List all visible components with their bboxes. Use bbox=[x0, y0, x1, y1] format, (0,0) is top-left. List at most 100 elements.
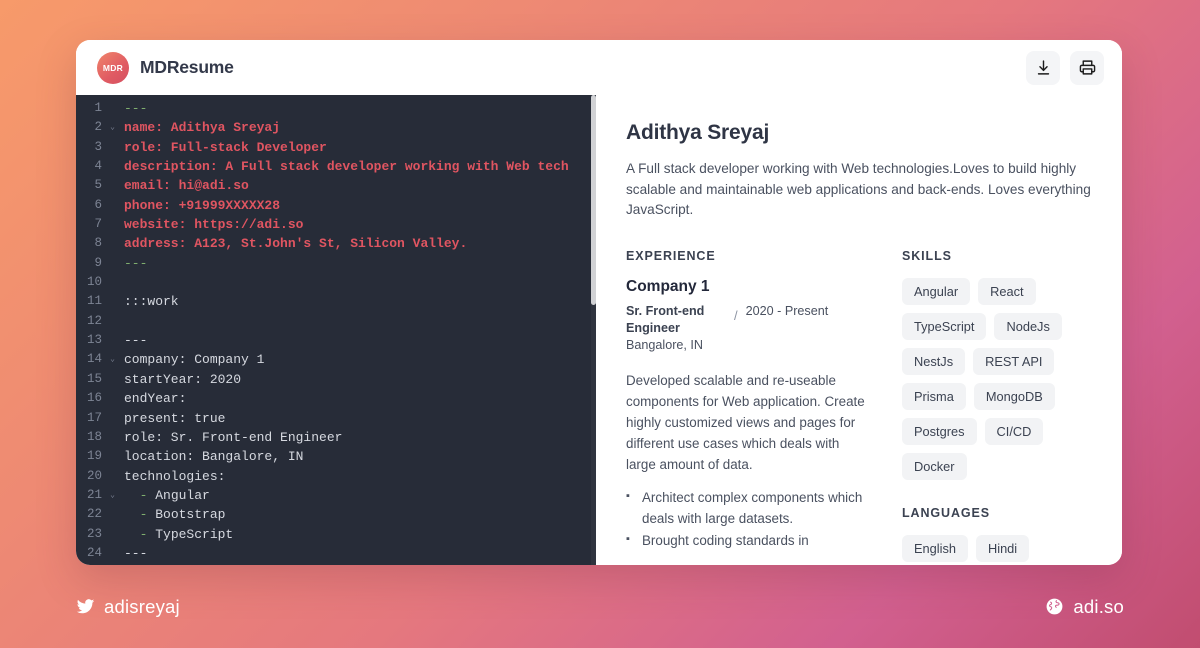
print-icon bbox=[1079, 59, 1096, 76]
code-line: 4description: A Full stack developer wor… bbox=[76, 157, 596, 176]
code-text: present: true bbox=[119, 409, 225, 428]
experience-entry: Company 1 Sr. Front-end Engineer Bangalo… bbox=[626, 278, 872, 551]
line-number: 8 bbox=[76, 234, 106, 253]
languages-heading: LANGUAGES bbox=[902, 506, 1092, 520]
resume-bio: A Full stack developer working with Web … bbox=[626, 159, 1092, 221]
code-line: 23 - TypeScript bbox=[76, 525, 596, 544]
fold-spacer bbox=[106, 428, 119, 447]
fold-spacer bbox=[106, 447, 119, 466]
code-line: 21⌄ - Angular bbox=[76, 486, 596, 505]
skills-column: SKILLS AngularReactTypeScriptNodeJsNestJ… bbox=[902, 249, 1092, 566]
code-text: role: Sr. Front-end Engineer bbox=[119, 428, 342, 447]
experience-bullet: Brought coding standards in bbox=[626, 530, 872, 551]
line-number: 12 bbox=[76, 312, 106, 331]
code-text: email: hi@adi.so bbox=[119, 176, 249, 195]
code-text: role: Full-stack Developer bbox=[119, 138, 327, 157]
code-text: technologies: bbox=[119, 467, 225, 486]
line-number: 21 bbox=[76, 486, 106, 505]
line-number: 7 bbox=[76, 215, 106, 234]
code-text: --- bbox=[119, 254, 147, 273]
twitter-icon bbox=[76, 597, 95, 616]
line-number: 9 bbox=[76, 254, 106, 273]
chevron-down-icon[interactable]: ⌄ bbox=[106, 118, 119, 137]
fold-spacer bbox=[106, 157, 119, 176]
resume-name: Adithya Sreyaj bbox=[626, 121, 1092, 145]
website-link[interactable]: adi.so bbox=[1045, 596, 1124, 618]
code-line: 5 email: hi@adi.so bbox=[76, 176, 596, 195]
print-button[interactable] bbox=[1070, 51, 1104, 85]
code-line: 1--- bbox=[76, 99, 596, 118]
fold-spacer bbox=[106, 138, 119, 157]
fold-spacer bbox=[106, 389, 119, 408]
experience-heading: EXPERIENCE bbox=[626, 249, 872, 263]
twitter-handle: adisreyaj bbox=[104, 596, 180, 618]
chevron-down-icon[interactable]: ⌄ bbox=[106, 486, 119, 505]
resume-columns: EXPERIENCE Company 1 Sr. Front-end Engin… bbox=[626, 249, 1092, 566]
code-text: phone: +91999XXXXX28 bbox=[119, 196, 280, 215]
line-number: 14 bbox=[76, 350, 106, 369]
fold-spacer bbox=[106, 273, 119, 292]
code-text: :::work bbox=[119, 292, 179, 311]
line-number: 22 bbox=[76, 505, 106, 524]
experience-bullet: Architect complex components which deals… bbox=[626, 487, 872, 529]
app-logo-icon: MDR bbox=[97, 52, 129, 84]
app-body: 1---2⌄name: Adithya Sreyaj3role: Full-st… bbox=[76, 95, 1122, 565]
code-line: 16endYear: bbox=[76, 389, 596, 408]
code-text: - TypeScript bbox=[119, 525, 233, 544]
twitter-link[interactable]: adisreyaj bbox=[76, 596, 180, 618]
code-text: - Angular bbox=[119, 486, 210, 505]
download-icon bbox=[1035, 59, 1052, 76]
globe-icon bbox=[1045, 597, 1064, 616]
fold-spacer bbox=[106, 254, 119, 273]
code-text: - Bootstrap bbox=[119, 505, 225, 524]
editor-scrollbar[interactable] bbox=[591, 95, 596, 565]
code-line: 3role: Full-stack Developer bbox=[76, 138, 596, 157]
line-number: 11 bbox=[76, 292, 106, 311]
experience-company: Company 1 bbox=[626, 278, 872, 296]
chevron-down-icon[interactable]: ⌄ bbox=[106, 350, 119, 369]
code-line: 6 phone: +91999XXXXX28 bbox=[76, 196, 596, 215]
code-text: --- bbox=[119, 544, 147, 563]
fold-spacer bbox=[106, 505, 119, 524]
code-line: 14⌄company: Company 1 bbox=[76, 350, 596, 369]
languages-tag-list: EnglishHindiMalayalam bbox=[902, 535, 1092, 566]
experience-separator: / bbox=[734, 303, 746, 324]
fold-spacer bbox=[106, 409, 119, 428]
skills-heading: SKILLS bbox=[902, 249, 1092, 263]
line-number: 19 bbox=[76, 447, 106, 466]
code-text: endYear: bbox=[119, 389, 186, 408]
code-line: 10 bbox=[76, 273, 596, 292]
line-number: 6 bbox=[76, 196, 106, 215]
code-line: 7website: https://adi.so bbox=[76, 215, 596, 234]
code-text: address: A123, St.John's St, Silicon Val… bbox=[119, 234, 467, 253]
markdown-editor[interactable]: 1---2⌄name: Adithya Sreyaj3role: Full-st… bbox=[76, 95, 596, 565]
code-line: 17 present: true bbox=[76, 409, 596, 428]
skill-tag: CI/CD bbox=[985, 418, 1044, 445]
fold-spacer bbox=[106, 292, 119, 311]
line-number: 17 bbox=[76, 409, 106, 428]
line-number: 4 bbox=[76, 157, 106, 176]
skill-tag: Prisma bbox=[902, 383, 966, 410]
code-text bbox=[119, 312, 124, 331]
download-button[interactable] bbox=[1026, 51, 1060, 85]
skill-tag: NodeJs bbox=[994, 313, 1061, 340]
editor-scrollbar-thumb[interactable] bbox=[591, 95, 596, 305]
topbar-actions bbox=[1026, 51, 1104, 85]
code-line: 8 address: A123, St.John's St, Silicon Va… bbox=[76, 234, 596, 253]
code-line: 11:::work bbox=[76, 292, 596, 311]
experience-role-block: Sr. Front-end Engineer Bangalore, IN bbox=[626, 303, 734, 354]
code-line: 19location: Bangalore, IN bbox=[76, 447, 596, 466]
language-tag: English bbox=[902, 535, 968, 562]
fold-spacer bbox=[106, 467, 119, 486]
experience-bullets: Architect complex components which deals… bbox=[626, 487, 872, 551]
line-number: 2 bbox=[76, 118, 106, 137]
experience-meta: Sr. Front-end Engineer Bangalore, IN / 2… bbox=[626, 303, 872, 354]
resume-preview: Adithya Sreyaj A Full stack developer wo… bbox=[596, 95, 1122, 565]
line-number: 5 bbox=[76, 176, 106, 195]
skill-tag: Angular bbox=[902, 278, 970, 305]
line-number: 10 bbox=[76, 273, 106, 292]
fold-spacer bbox=[106, 331, 119, 350]
line-number: 23 bbox=[76, 525, 106, 544]
code-line: 13--- bbox=[76, 331, 596, 350]
line-number: 1 bbox=[76, 99, 106, 118]
